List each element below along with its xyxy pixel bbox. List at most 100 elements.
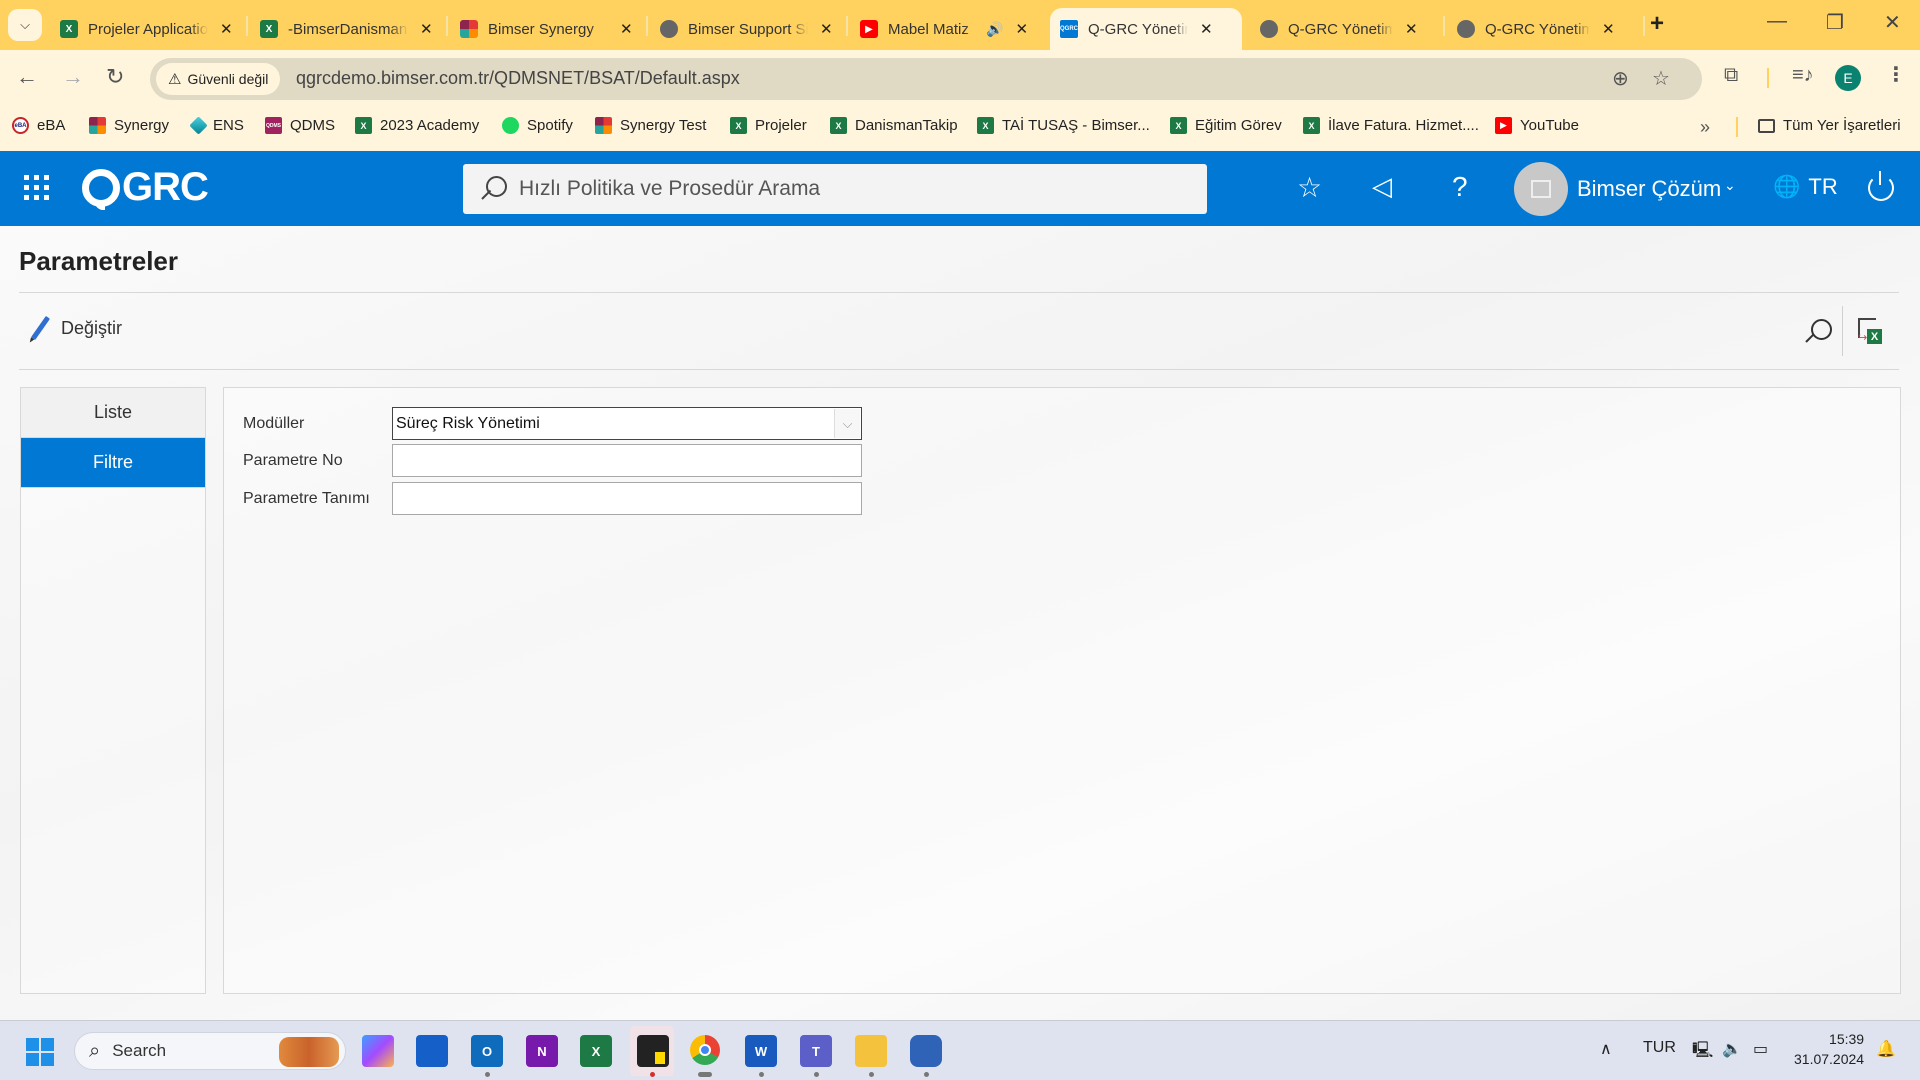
excel-icon[interactable]: X: [580, 1035, 612, 1067]
help-icon[interactable]: ?: [1452, 171, 1468, 203]
filter-form-panel: Modüller Süreç Risk Yönetimi ⌵ Parametre…: [223, 387, 1901, 994]
search-icon[interactable]: [1804, 317, 1834, 347]
quick-search-input[interactable]: [519, 177, 1169, 201]
sticky-notes-icon[interactable]: [637, 1035, 669, 1067]
notification-bell-icon[interactable]: 🔔: [1876, 1039, 1896, 1059]
battery-icon[interactable]: ▭: [1753, 1039, 1768, 1059]
media-control-icon[interactable]: ≡♪: [1792, 64, 1814, 87]
tab-separator: [846, 16, 848, 36]
word-icon[interactable]: W: [745, 1035, 777, 1067]
browser-tab-active[interactable]: QGRC Q-GRC Yönetim Sistemi ✕: [1050, 8, 1242, 50]
onenote-icon[interactable]: N: [526, 1035, 558, 1067]
taskbar-search[interactable]: ⌕ Search: [74, 1032, 346, 1070]
chevron-down-icon[interactable]: ⌵: [834, 409, 860, 438]
user-name[interactable]: Bimser Çözüm: [1577, 176, 1721, 202]
tab-separator: [1643, 16, 1645, 36]
widgets-icon[interactable]: [416, 1035, 448, 1067]
browser-tab[interactable]: X Projeler Application ✕: [50, 8, 243, 50]
zoom-icon[interactable]: ⊕: [1612, 66, 1629, 91]
power-logout-icon[interactable]: [1868, 171, 1894, 201]
close-icon[interactable]: ✕: [1015, 20, 1028, 38]
favorites-star-icon[interactable]: ☆: [1297, 171, 1322, 204]
volume-icon[interactable]: 🔈: [1722, 1039, 1742, 1059]
system-clock[interactable]: 15:39 31.07.2024: [1794, 1029, 1864, 1069]
close-icon[interactable]: ✕: [1602, 20, 1615, 38]
tab-filtre[interactable]: Filtre: [21, 438, 205, 488]
qgrc-logo[interactable]: GRC: [82, 165, 209, 210]
param-def-input[interactable]: [392, 482, 862, 515]
user-avatar[interactable]: [1514, 162, 1568, 216]
param-no-label: Parametre No: [243, 451, 343, 469]
close-icon[interactable]: ✕: [620, 20, 633, 38]
side-tab-panel: Liste Filtre: [20, 387, 206, 994]
url-text[interactable]: qgrcdemo.bimser.com.tr/QDMSNET/BSAT/Defa…: [296, 68, 740, 89]
bookmark-item[interactable]: X Eğitim Görev: [1170, 117, 1282, 134]
close-window-button[interactable]: ✕: [1884, 10, 1901, 35]
new-tab-button[interactable]: +: [1650, 10, 1664, 38]
close-icon[interactable]: ✕: [420, 20, 433, 38]
windows-start-icon[interactable]: [26, 1038, 54, 1066]
tray-overflow-icon[interactable]: ∧: [1600, 1039, 1612, 1059]
close-icon[interactable]: ✕: [1200, 20, 1213, 38]
input-language[interactable]: TUR: [1643, 1039, 1676, 1057]
copilot-icon[interactable]: [362, 1035, 394, 1067]
tab-separator: [446, 16, 448, 36]
clock-date: 31.07.2024: [1794, 1051, 1865, 1067]
modules-select[interactable]: Süreç Risk Yönetimi ⌵: [392, 407, 862, 440]
more-menu-icon[interactable]: ⋮: [1886, 62, 1906, 87]
edit-button[interactable]: Değiştir: [30, 315, 122, 341]
tab-search-button[interactable]: ⌵: [8, 9, 42, 41]
param-no-input[interactable]: [392, 444, 862, 477]
close-icon[interactable]: ✕: [220, 20, 233, 38]
chevron-down-icon[interactable]: ⌄: [1724, 177, 1736, 194]
excel-icon: X: [60, 20, 78, 38]
reload-icon[interactable]: ↻: [106, 64, 124, 90]
network-icon[interactable]: 🖳: [1692, 1039, 1713, 1066]
browser-tab[interactable]: Bimser Synergy ✕: [450, 8, 643, 50]
extensions-icon[interactable]: ⧉: [1724, 64, 1738, 87]
teams-icon[interactable]: T: [800, 1035, 832, 1067]
omnibox[interactable]: ⚠ Güvenli değil qgrcdemo.bimser.com.tr/Q…: [150, 58, 1702, 100]
tab-liste[interactable]: Liste: [21, 388, 205, 438]
bookmarks-overflow-button[interactable]: »: [1700, 117, 1710, 138]
speaker-icon[interactable]: 🔊: [986, 21, 1003, 38]
close-icon[interactable]: ✕: [1405, 20, 1418, 38]
security-app-icon[interactable]: [910, 1035, 942, 1067]
bookmark-item[interactable]: ▶ YouTube: [1495, 117, 1579, 134]
all-bookmarks-button[interactable]: Tüm Yer İşaretleri: [1758, 117, 1901, 134]
app-launcher-icon[interactable]: [24, 175, 50, 201]
bookmark-item[interactable]: ENS: [189, 116, 244, 135]
excel-export-icon[interactable]: ↪ X: [1858, 318, 1882, 344]
bookmark-item[interactable]: X DanismanTakip: [830, 117, 958, 134]
language-selector[interactable]: 🌐 TR: [1773, 174, 1838, 200]
close-icon[interactable]: ✕: [820, 20, 833, 38]
bookmark-item[interactable]: X İlave Fatura. Hizmet....: [1303, 117, 1479, 134]
bookmark-star-icon[interactable]: ☆: [1652, 66, 1670, 91]
browser-tab[interactable]: ▶ Mabel Matiz 🔊 ✕: [850, 8, 1038, 50]
bookmark-item[interactable]: eBA eBA: [12, 117, 65, 134]
back-icon[interactable]: ←: [16, 64, 38, 90]
quick-search-box[interactable]: [463, 164, 1207, 214]
minimize-button[interactable]: —: [1767, 10, 1787, 33]
profile-avatar[interactable]: E: [1835, 65, 1861, 91]
security-chip[interactable]: ⚠ Güvenli değil: [156, 63, 281, 95]
chrome-icon[interactable]: [690, 1035, 720, 1065]
forward-icon[interactable]: →: [62, 64, 84, 90]
qdms-icon: QDMS: [265, 117, 282, 134]
restore-button[interactable]: ❐: [1826, 10, 1844, 35]
browser-tab[interactable]: Q-GRC Yönetim Sistemi ✕: [1447, 8, 1625, 50]
browser-tab[interactable]: X -BimserDanismanlik ✕: [250, 8, 443, 50]
bookmark-item[interactable]: Synergy Test: [595, 117, 706, 134]
bookmark-item[interactable]: X TAİ TUSAŞ - Bimser...: [977, 117, 1150, 134]
browser-tab[interactable]: Q-GRC Yönetim Sistemi ✕: [1250, 8, 1428, 50]
bookmark-item[interactable]: X 2023 Academy: [355, 117, 479, 134]
bookmark-item[interactable]: QDMS QDMS: [265, 117, 335, 134]
bookmark-item[interactable]: X Projeler: [730, 117, 807, 134]
file-explorer-icon[interactable]: [855, 1035, 887, 1067]
bookmark-item[interactable]: Synergy: [89, 117, 169, 134]
announcement-megaphone-icon[interactable]: ◁: [1372, 171, 1392, 202]
bookmark-item[interactable]: Spotify: [502, 117, 573, 134]
chevron-down-icon: ⌵: [20, 17, 30, 32]
browser-tab[interactable]: Bimser Support Sistemi ✕: [650, 8, 843, 50]
outlook-icon[interactable]: O: [471, 1035, 503, 1067]
